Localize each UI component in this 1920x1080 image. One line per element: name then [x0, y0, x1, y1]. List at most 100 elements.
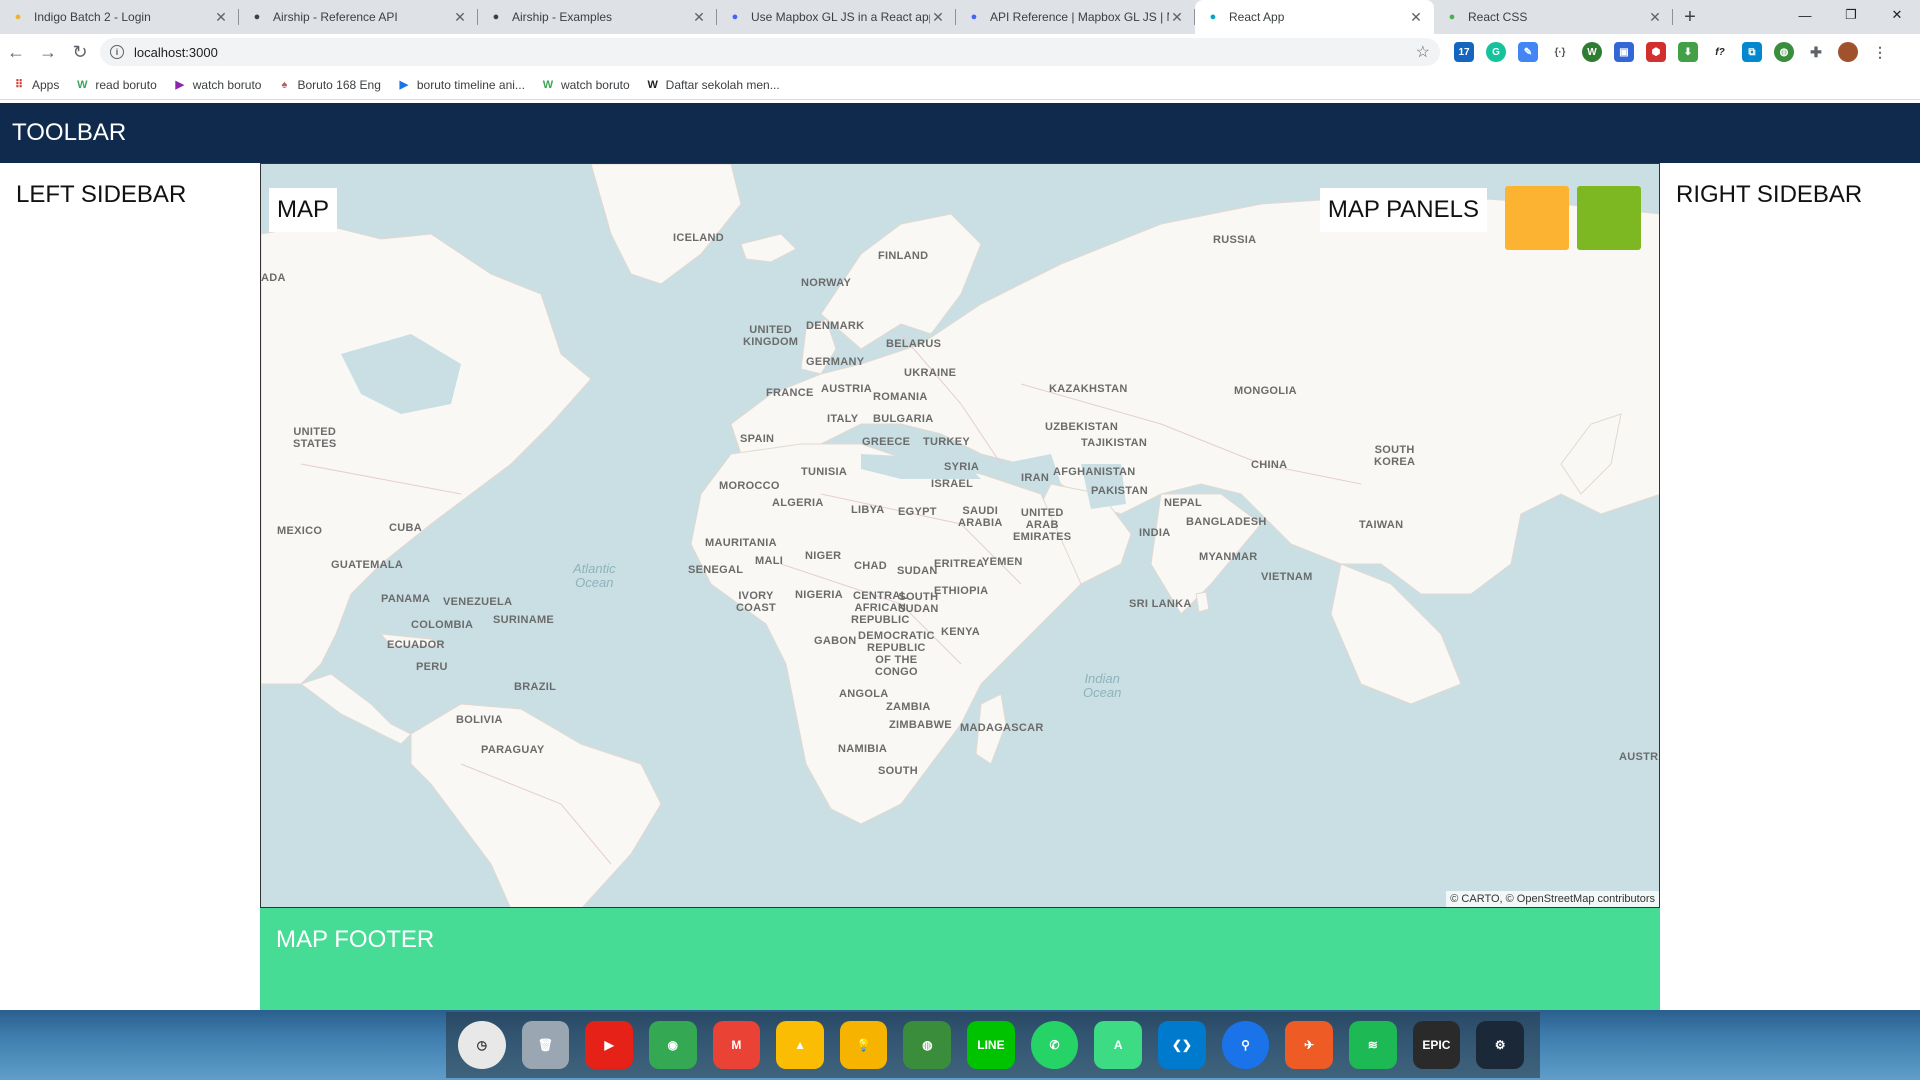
- browser-tab[interactable]: ● React App ✕: [1195, 0, 1434, 34]
- map-country-label: SOUTH SUDAN: [898, 591, 939, 615]
- site-info-icon[interactable]: i: [110, 45, 124, 59]
- map-country-label: ZIMBABWE: [889, 719, 952, 731]
- screen-extension-icon[interactable]: ▣: [1614, 42, 1634, 62]
- browser-tab[interactable]: ● React CSS ✕: [1434, 0, 1673, 34]
- globe-app-icon[interactable]: ◍: [903, 1021, 952, 1069]
- map-attribution[interactable]: © CARTO, © OpenStreetMap contributors: [1446, 891, 1659, 907]
- close-tab-icon[interactable]: ✕: [1408, 9, 1424, 26]
- map-country-label: CUBA: [389, 522, 422, 534]
- map-country-label: SPAIN: [740, 433, 775, 445]
- bookmark-item[interactable]: Wread boruto: [75, 78, 157, 92]
- location-app-icon[interactable]: ⚲: [1221, 1021, 1270, 1069]
- map-country-label: NIGER: [805, 550, 842, 562]
- calendar-extension-icon[interactable]: 17: [1454, 42, 1474, 62]
- gmail-icon[interactable]: M: [712, 1021, 761, 1069]
- pen-extension-icon[interactable]: ✎: [1518, 42, 1538, 62]
- close-tab-icon[interactable]: ✕: [213, 9, 229, 26]
- browser-tab[interactable]: ● Indigo Batch 2 - Login ✕: [0, 0, 239, 34]
- spotify-icon[interactable]: ≋: [1348, 1021, 1397, 1069]
- map-country-label: SENEGAL: [688, 564, 744, 576]
- close-tab-icon[interactable]: ✕: [930, 9, 946, 26]
- tab-title: React CSS: [1468, 10, 1528, 24]
- browser-tab[interactable]: ● API Reference | Mapbox GL JS | M ✕: [956, 0, 1195, 34]
- more-menu-icon[interactable]: ⋮: [1870, 42, 1890, 62]
- browser-tab[interactable]: ● Airship - Reference API ✕: [239, 0, 478, 34]
- close-window-button[interactable]: ✕: [1874, 0, 1920, 30]
- map-country-label: RUSSIA: [1213, 234, 1257, 246]
- world-basemap[interactable]: [261, 164, 1660, 908]
- close-tab-icon[interactable]: ✕: [691, 9, 707, 26]
- map-country-label: SURINAME: [493, 614, 555, 626]
- youtube-icon[interactable]: ▶: [585, 1021, 633, 1069]
- map-country-label: MOROCCO: [719, 480, 780, 492]
- android-studio-icon[interactable]: A: [1094, 1021, 1143, 1069]
- new-tab-button[interactable]: +: [1673, 0, 1707, 34]
- map-country-label: SOUTH KOREA: [1374, 444, 1416, 468]
- bookmark-label: Boruto 168 Eng: [297, 77, 381, 92]
- back-icon[interactable]: ←: [0, 36, 32, 68]
- tab-title: React App: [1229, 10, 1285, 24]
- clock-icon[interactable]: ◷: [458, 1021, 506, 1069]
- epic-games-icon[interactable]: EPIC: [1412, 1021, 1461, 1069]
- whatsapp-icon[interactable]: ✆: [1030, 1021, 1079, 1069]
- map-country-label: NORWAY: [801, 277, 852, 289]
- profile-avatar[interactable]: [1838, 42, 1858, 62]
- map-country-label: PANAMA: [381, 593, 431, 605]
- bookmark-star-icon[interactable]: ☆: [1416, 42, 1430, 62]
- steam-icon[interactable]: ⚙: [1476, 1021, 1524, 1069]
- right-sidebar-title: RIGHT SIDEBAR: [1676, 181, 1863, 208]
- map-country-label: YEMEN: [982, 556, 1023, 568]
- close-tab-icon[interactable]: ✕: [1647, 9, 1663, 26]
- reload-icon[interactable]: ↻: [64, 36, 96, 68]
- orange-panel-button[interactable]: [1505, 186, 1569, 250]
- close-tab-icon[interactable]: ✕: [452, 9, 468, 26]
- map-container[interactable]: ICELAND FINLAND RUSSIA NORWAY UNITED KINGDOM…: [260, 163, 1660, 908]
- postman-icon[interactable]: ✈: [1285, 1021, 1333, 1069]
- map-country-label: SYRIA: [944, 461, 980, 473]
- w-extension-icon[interactable]: W: [1582, 42, 1602, 62]
- bookmark-item[interactable]: ♠ Boruto 168 Eng: [277, 77, 381, 92]
- vscode-icon[interactable]: ❮❯: [1158, 1021, 1206, 1069]
- map-country-label: VENEZUELA: [443, 596, 513, 608]
- browser-tab[interactable]: ● Use Mapbox GL JS in a React app ✕: [717, 0, 956, 34]
- green-panel-button[interactable]: [1577, 186, 1641, 250]
- puzzle-extensions-icon[interactable]: ✚: [1806, 42, 1826, 62]
- address-bar[interactable]: i localhost:3000 ☆: [100, 38, 1440, 66]
- map-country-label: KENYA: [941, 626, 980, 638]
- shield-extension-icon[interactable]: ⬢: [1646, 42, 1666, 62]
- bookmark-item[interactable]: Wwatch boruto: [541, 78, 630, 92]
- bookmark-item[interactable]: ▶ watch boruto: [173, 78, 262, 92]
- browser-tab[interactable]: ● Airship - Examples ✕: [478, 0, 717, 34]
- map-country-label: BRAZIL: [514, 681, 557, 693]
- bookmark-item[interactable]: ▶ boruto timeline ani...: [397, 78, 525, 92]
- forward-icon[interactable]: →: [32, 36, 64, 68]
- trash-icon[interactable]: 🗑: [521, 1021, 570, 1069]
- formula-extension-icon[interactable]: f?: [1710, 42, 1730, 62]
- grammarly-extension-icon[interactable]: G: [1486, 42, 1506, 62]
- map-country-label: MAURITANIA: [705, 537, 777, 549]
- google-drive-icon[interactable]: ▲: [776, 1021, 824, 1069]
- map-country-label: CHINA: [1251, 459, 1288, 471]
- url-text[interactable]: localhost:3000: [134, 45, 1416, 60]
- bookmark-item[interactable]: W Daftar sekolah men...: [646, 78, 779, 92]
- close-tab-icon[interactable]: ✕: [1169, 9, 1185, 26]
- map-country-label: BELARUS: [886, 338, 942, 350]
- restore-button[interactable]: ❐: [1828, 0, 1874, 30]
- map-country-label: SRI LANKA: [1129, 598, 1192, 610]
- bookmark-item[interactable]: ⠿ Apps: [12, 78, 59, 92]
- tab-title: Indigo Batch 2 - Login: [34, 10, 151, 24]
- minimize-button[interactable]: —: [1782, 0, 1828, 30]
- map-title: MAP: [269, 188, 338, 232]
- map-country-label: AUSTRIA: [821, 383, 872, 395]
- json-extension-icon[interactable]: {·}: [1550, 42, 1570, 62]
- map-country-label: NIGERIA: [795, 589, 843, 601]
- chrome-icon[interactable]: ◉: [648, 1021, 697, 1069]
- line-icon[interactable]: LINE: [967, 1021, 1015, 1069]
- globe-extension-icon[interactable]: ◍: [1774, 42, 1794, 62]
- map-country-label: MALI: [755, 555, 784, 567]
- download-extension-icon[interactable]: ⬇: [1678, 42, 1698, 62]
- tab-title: Airship - Examples: [512, 10, 613, 24]
- translate-extension-icon[interactable]: ⧉: [1742, 42, 1762, 62]
- google-keep-icon[interactable]: 💡: [839, 1021, 888, 1069]
- mapbox-favicon: ●: [970, 11, 978, 23]
